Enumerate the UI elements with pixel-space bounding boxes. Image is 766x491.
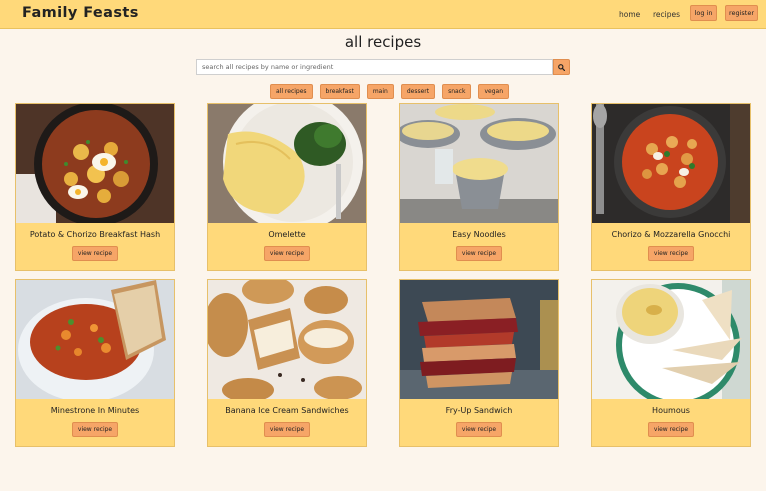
view-recipe-button[interactable]: view recipe [72,246,118,261]
recipe-image-gnocchi[interactable] [592,104,750,223]
filter-main[interactable]: main [366,84,394,99]
recipe-card: Potato & Chorizo Breakfast Hash view rec… [15,103,175,271]
view-recipe-button[interactable]: view recipe [648,422,694,437]
recipe-title: Easy Noodles [452,230,506,239]
view-recipe-button[interactable]: view recipe [456,422,502,437]
recipe-title: Fry-Up Sandwich [445,406,513,415]
recipe-card: Fry-Up Sandwich view recipe [399,279,559,447]
recipe-image-banana-ice-cream-sandwiches[interactable] [208,280,366,399]
recipe-image-minestrone[interactable] [16,280,174,399]
view-recipe-button[interactable]: view recipe [264,246,310,261]
register-button[interactable]: register [725,5,758,21]
search-icon [558,63,565,71]
page-title: all recipes [344,33,422,51]
search-button[interactable] [553,59,570,75]
filter-dessert[interactable]: dessert [400,84,436,99]
recipe-title: Banana Ice Cream Sandwiches [225,406,349,415]
navbar: Family Feasts home recipes log in regist… [0,0,766,29]
recipe-image-fry-up-sandwich[interactable] [400,280,558,399]
view-recipe-button[interactable]: view recipe [72,422,118,437]
view-recipe-button[interactable]: view recipe [264,422,310,437]
recipe-title: Houmous [652,406,690,415]
recipe-card: Easy Noodles view recipe [399,103,559,271]
recipe-card: Banana Ice Cream Sandwiches view recipe [207,279,367,447]
recipe-card: Omelette view recipe [207,103,367,271]
filter-snack[interactable]: snack [442,84,472,99]
recipe-card: Minestrone In Minutes view recipe [15,279,175,447]
recipe-title: Potato & Chorizo Breakfast Hash [29,230,161,239]
recipe-title: Minestrone In Minutes [50,406,140,415]
search-bar [196,59,571,75]
login-button[interactable]: log in [690,5,717,21]
nav-recipes-link[interactable]: recipes [653,10,680,19]
view-recipe-button[interactable]: view recipe [648,246,694,261]
recipe-image-easy-noodles[interactable] [400,104,558,223]
recipe-image-breakfast-hash[interactable] [16,104,174,223]
view-recipe-button[interactable]: view recipe [456,246,502,261]
recipe-image-houmous[interactable] [592,280,750,399]
nav-home-link[interactable]: home [619,10,640,19]
brand-logo[interactable]: Family Feasts [22,5,139,21]
recipe-image-omelette[interactable] [208,104,366,223]
recipe-card: Houmous view recipe [591,279,751,447]
recipe-card: Chorizo & Mozzarella Gnocchi view recipe [591,103,751,271]
filter-vegan[interactable]: vegan [478,84,509,99]
search-input[interactable] [196,59,553,75]
filter-breakfast[interactable]: breakfast [319,84,360,99]
recipe-title: Chorizo & Mozzarella Gnocchi [611,230,731,239]
recipe-title: Omelette [268,230,306,239]
filter-all-recipes[interactable]: all recipes [270,84,313,99]
category-filters: all recipes breakfast main dessert snack… [270,84,509,99]
